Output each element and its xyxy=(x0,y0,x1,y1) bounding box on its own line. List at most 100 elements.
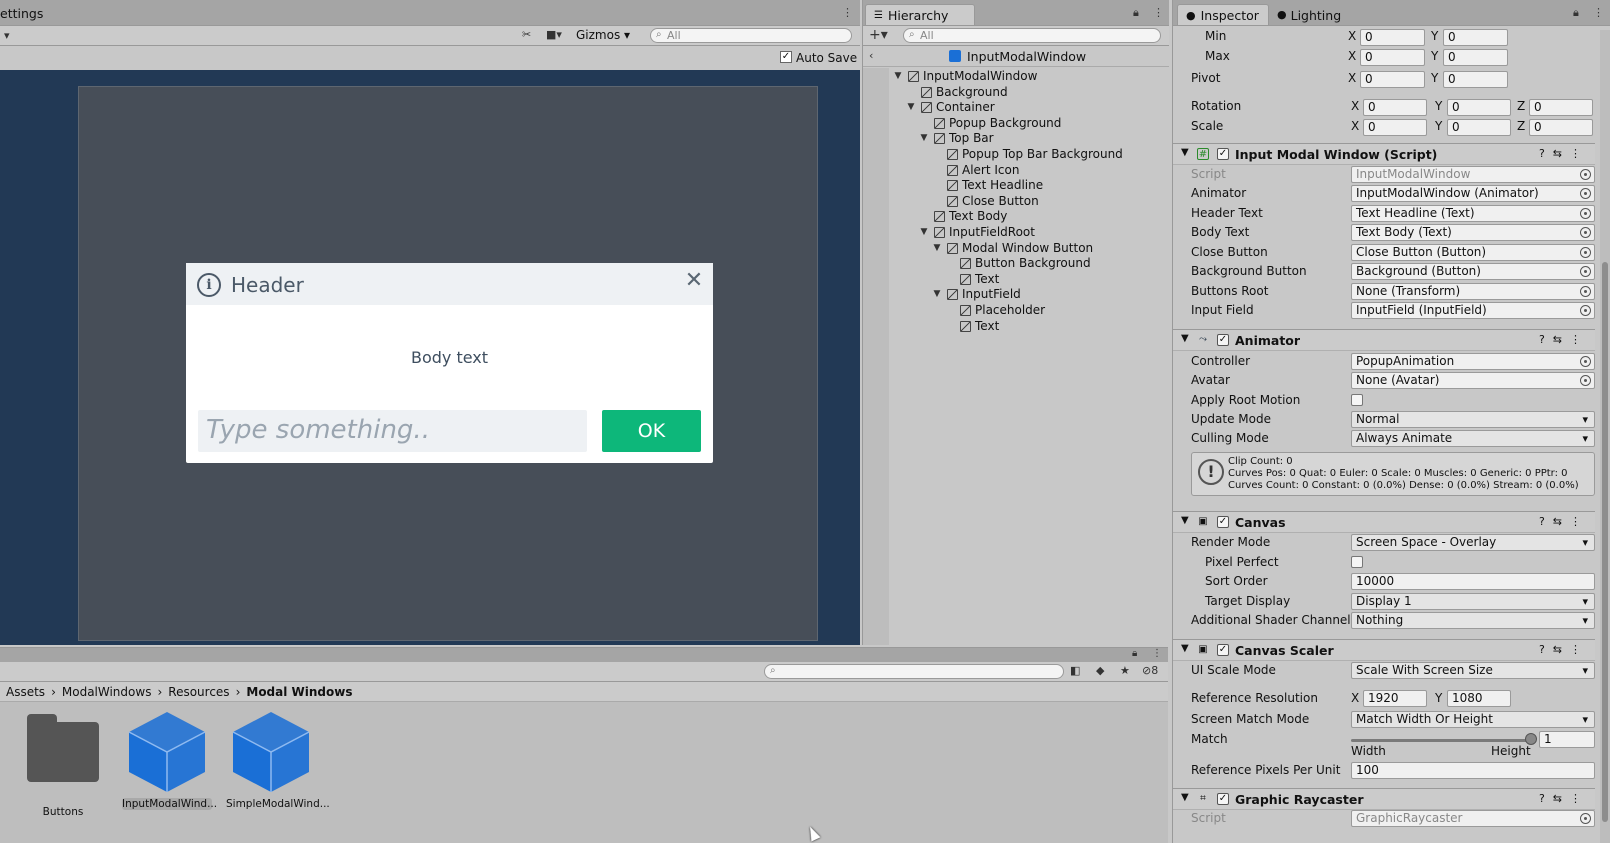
hierarchy-item[interactable]: ▼ InputModalWindow xyxy=(893,68,1038,84)
hierarchy-item[interactable]: Button Background xyxy=(945,255,1091,271)
hierarchy-item[interactable]: Popup Top Bar Background xyxy=(932,146,1123,162)
hierarchy-tab[interactable]: ☰ Hierarchy xyxy=(865,4,975,25)
object-picker-icon[interactable] xyxy=(1580,227,1591,238)
rotation-z-field[interactable]: 0 xyxy=(1529,99,1593,116)
object-picker-icon[interactable] xyxy=(1580,247,1591,258)
fold-arrow-icon[interactable]: ▼ xyxy=(1181,333,1189,344)
canvas-component-header[interactable]: ▼ ▣ ✓ Canvas ?⇆⋮ xyxy=(1173,511,1595,533)
component-menu-icons[interactable]: ?⇆⋮ xyxy=(1539,792,1589,805)
breadcrumb-item[interactable]: Resources xyxy=(168,685,229,699)
rotation-y-field[interactable]: 0 xyxy=(1447,99,1511,116)
min-y-field[interactable]: 0 xyxy=(1443,29,1508,46)
hierarchy-item[interactable]: Text Body xyxy=(919,208,1007,224)
scale-y-field[interactable]: 0 xyxy=(1447,119,1511,136)
culling-mode-dropdown[interactable]: Always Animate xyxy=(1351,430,1595,447)
scale-z-field[interactable]: 0 xyxy=(1529,119,1593,136)
auto-save-checkbox[interactable]: ✓ xyxy=(780,51,792,63)
hierarchy-item[interactable]: ▼ Container xyxy=(906,99,995,115)
object-reference-field[interactable]: Close Button (Button) xyxy=(1351,244,1595,261)
expand-arrow-icon[interactable]: ▼ xyxy=(932,243,942,253)
object-picker-icon[interactable] xyxy=(1580,266,1591,277)
lock-icon[interactable]: 🔒︎ xyxy=(1132,648,1137,659)
hierarchy-item[interactable]: ▼ Modal Window Button xyxy=(932,240,1094,256)
breadcrumb-item[interactable]: Assets xyxy=(6,685,45,699)
rotation-x-field[interactable]: 0 xyxy=(1363,99,1427,116)
pixel-perfect-checkbox[interactable] xyxy=(1351,556,1363,568)
tools-icon[interactable]: ✂ xyxy=(522,28,531,41)
hierarchy-item[interactable]: Text xyxy=(945,318,999,334)
target-display-dropdown[interactable]: Display 1 xyxy=(1351,593,1595,610)
reference-y-field[interactable]: 1080 xyxy=(1447,690,1511,707)
hierarchy-item[interactable]: ▼ InputField xyxy=(932,286,1021,302)
hierarchy-item[interactable]: Close Button xyxy=(932,193,1039,209)
component-menu-icons[interactable]: ?⇆⋮ xyxy=(1539,643,1589,656)
component-menu-icons[interactable]: ?⇆⋮ xyxy=(1539,515,1589,528)
hierarchy-item[interactable]: Popup Background xyxy=(919,115,1061,131)
object-reference-field[interactable]: Text Body (Text) xyxy=(1351,224,1595,241)
graphic-raycaster-component-header[interactable]: ▼ ⌗ ✓ Graphic Raycaster ?⇆⋮ xyxy=(1173,788,1595,810)
hierarchy-item[interactable]: Placeholder xyxy=(945,302,1045,318)
component-enabled-checkbox[interactable]: ✓ xyxy=(1217,793,1229,805)
object-picker-icon[interactable] xyxy=(1580,208,1591,219)
hierarchy-item[interactable]: Alert Icon xyxy=(932,162,1019,178)
dropdown-arrow-icon[interactable]: ▾ xyxy=(4,29,10,42)
object-reference-field[interactable]: Text Headline (Text) xyxy=(1351,205,1595,222)
inspector-tab[interactable]: ● Inspector xyxy=(1177,4,1269,25)
more-options-icon[interactable]: ⋮ xyxy=(842,6,853,19)
match-value-field[interactable]: 1 xyxy=(1539,731,1595,748)
hidden-count-icon[interactable]: ⊘8 xyxy=(1142,664,1158,677)
fold-arrow-icon[interactable]: ▼ xyxy=(1181,792,1189,803)
pixels-per-unit-field[interactable]: 100 xyxy=(1351,762,1595,779)
hierarchy-item[interactable]: ▼ Top Bar xyxy=(919,130,994,146)
fold-arrow-icon[interactable]: ▼ xyxy=(1181,515,1189,526)
scene-header[interactable]: ‹ InputModalWindow xyxy=(863,47,1169,67)
scene-tab[interactable]: ettings xyxy=(0,6,43,21)
lock-icon[interactable]: 🔒︎ xyxy=(1573,6,1579,20)
expand-arrow-icon[interactable]: ▼ xyxy=(932,289,942,299)
ok-button[interactable]: OK xyxy=(602,410,701,452)
component-enabled-checkbox[interactable]: ✓ xyxy=(1217,334,1229,346)
lighting-tab[interactable]: ● Lighting xyxy=(1277,8,1341,23)
favorite-icon[interactable]: ★ xyxy=(1120,664,1130,677)
object-picker-icon[interactable] xyxy=(1580,286,1591,297)
object-picker-icon[interactable] xyxy=(1580,188,1591,199)
update-mode-dropdown[interactable]: Normal xyxy=(1351,411,1595,428)
expand-arrow-icon[interactable]: ▼ xyxy=(893,71,903,81)
back-arrow-icon[interactable]: ‹ xyxy=(869,49,873,62)
match-slider-track[interactable] xyxy=(1351,739,1531,742)
apply-root-motion-checkbox[interactable] xyxy=(1351,394,1363,406)
max-y-field[interactable]: 0 xyxy=(1443,49,1508,66)
sort-order-field[interactable]: 10000 xyxy=(1351,573,1595,590)
object-reference-field[interactable]: None (Transform) xyxy=(1351,283,1595,300)
scale-x-field[interactable]: 0 xyxy=(1363,119,1427,136)
modal-input-field[interactable]: Type something.. xyxy=(198,410,587,452)
camera-icon[interactable]: ■▾ xyxy=(546,28,562,41)
component-menu-icons[interactable]: ?⇆⋮ xyxy=(1539,333,1589,346)
more-options-icon[interactable]: ⋮ xyxy=(1153,6,1164,19)
object-picker-icon[interactable] xyxy=(1580,305,1591,316)
expand-arrow-icon[interactable]: ▼ xyxy=(919,133,929,143)
render-mode-dropdown[interactable]: Screen Space - Overlay xyxy=(1351,534,1595,551)
pivot-x-field[interactable]: 0 xyxy=(1360,71,1425,88)
controller-field[interactable]: PopupAnimation xyxy=(1351,353,1595,370)
reference-x-field[interactable]: 1920 xyxy=(1363,690,1427,707)
breadcrumb-item[interactable]: Modal Windows xyxy=(246,685,352,699)
more-options-icon[interactable]: ⋮ xyxy=(1152,648,1162,659)
project-search-input[interactable] xyxy=(764,664,1064,679)
scene-search-input[interactable]: All xyxy=(650,28,852,43)
object-picker-icon[interactable] xyxy=(1580,375,1591,386)
inspector-scrollbar[interactable] xyxy=(1600,30,1610,843)
lock-icon[interactable]: 🔒︎ xyxy=(1133,6,1139,20)
close-icon[interactable]: ✕ xyxy=(682,269,706,293)
component-enabled-checkbox[interactable]: ✓ xyxy=(1217,516,1229,528)
object-picker-icon[interactable] xyxy=(1580,356,1591,367)
pivot-y-field[interactable]: 0 xyxy=(1443,71,1508,88)
expand-arrow-icon[interactable]: ▼ xyxy=(906,102,916,112)
screen-match-mode-dropdown[interactable]: Match Width Or Height xyxy=(1351,711,1595,728)
more-options-icon[interactable]: ⋮ xyxy=(1593,6,1604,19)
hierarchy-item[interactable]: Text xyxy=(945,271,999,287)
filter-label-icon[interactable]: ◆ xyxy=(1096,664,1104,677)
object-reference-field[interactable]: InputModalWindow (Animator) xyxy=(1351,185,1595,202)
hierarchy-item[interactable]: ▼ InputFieldRoot xyxy=(919,224,1035,240)
object-reference-field[interactable]: Background (Button) xyxy=(1351,263,1595,280)
